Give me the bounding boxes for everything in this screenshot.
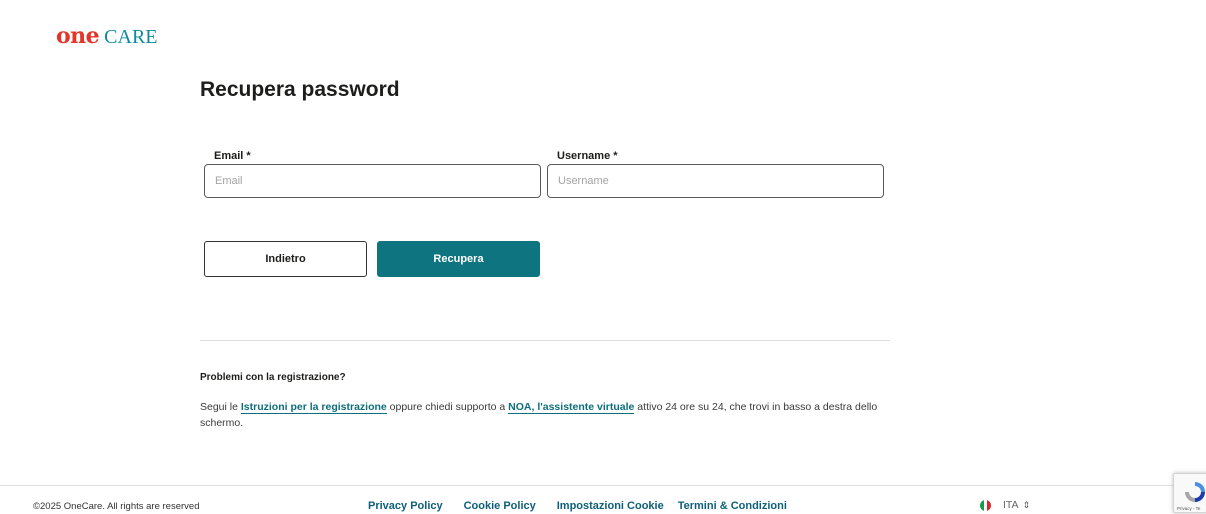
- footer-divider: [0, 485, 1206, 486]
- language-code: ITA: [1003, 499, 1019, 511]
- help-text-part-2: oppure chiedi supporto a: [386, 401, 509, 413]
- email-label: Email *: [214, 150, 251, 162]
- back-button[interactable]: Indietro: [204, 241, 367, 277]
- noa-assistant-link[interactable]: NOA, l'assistente virtuale: [508, 401, 635, 414]
- recaptcha-text[interactable]: Privacy - Te: [1177, 506, 1200, 511]
- registration-instructions-link[interactable]: Istruzioni per la registrazione: [240, 401, 387, 414]
- email-input[interactable]: [204, 164, 541, 198]
- page-title: Recupera password: [200, 78, 400, 101]
- updown-caret-icon: ⇕: [1022, 499, 1031, 510]
- help-title: Problemi con la registrazione?: [200, 372, 346, 383]
- logo-care-text: CARE: [104, 26, 158, 48]
- copyright-text: ©2025 OneCare. All rights are reserved: [33, 501, 200, 512]
- logo-one-text: one: [56, 23, 100, 49]
- cookie-policy-link[interactable]: Cookie Policy: [464, 500, 536, 512]
- italy-flag-icon: [980, 499, 991, 511]
- language-selector[interactable]: ITA ⇕: [980, 499, 1030, 511]
- privacy-policy-link[interactable]: Privacy Policy: [368, 500, 443, 512]
- username-input[interactable]: [547, 164, 884, 198]
- footer-links: Privacy Policy Cookie Policy Impostazion…: [368, 500, 787, 512]
- help-text: Segui le Istruzioni per la registrazione…: [200, 399, 900, 431]
- help-text-part-1: Segui le: [200, 401, 241, 413]
- username-field-group: Username *: [547, 150, 884, 198]
- username-label: Username *: [557, 150, 618, 162]
- section-divider: [200, 340, 890, 341]
- email-field-group: Email *: [204, 150, 541, 198]
- onecare-logo[interactable]: one CARE: [56, 25, 158, 47]
- recover-button[interactable]: Recupera: [377, 241, 540, 277]
- cookie-settings-link[interactable]: Impostazioni Cookie: [557, 500, 664, 512]
- recaptcha-badge[interactable]: Privacy - Te: [1173, 473, 1206, 513]
- terms-conditions-link[interactable]: Termini & Condizioni: [678, 500, 787, 512]
- recaptcha-icon: [1185, 482, 1205, 502]
